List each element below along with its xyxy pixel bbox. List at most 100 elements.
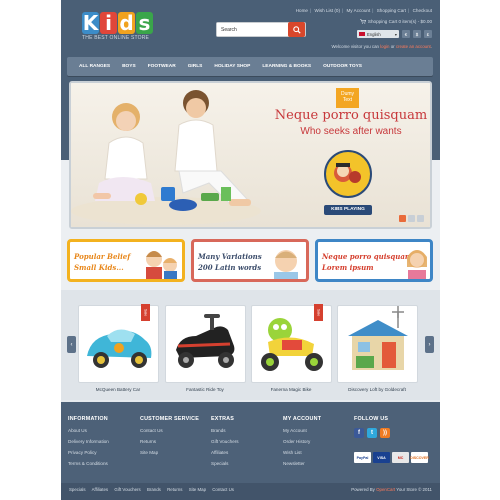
slider-pagination [399,215,424,222]
sale-tag: Sale [141,304,150,321]
product-name[interactable]: Fanerna Magic Bike [246,387,336,392]
welcome-text: Welcome visitor you can [331,44,379,49]
footer-column-follow-us: FOLLOW US f t )) PayPal VISA MC DISCOVER [354,416,429,463]
login-link[interactable]: login [380,44,389,49]
link-my-account[interactable]: My Account [346,8,370,13]
search-input[interactable] [217,23,287,36]
cart-summary[interactable]: Shopping Cart 0 item(s) - $0.00 [359,19,432,24]
main-nav: ALL RANGES BOYS FOOTWEAR GIRLS HOLIDAY S… [67,57,433,76]
link-home[interactable]: Home [296,8,308,13]
nav-item-girls[interactable]: GIRLS [182,64,209,69]
language-currency: English ▾ € $ £ [357,30,432,38]
bottom-link[interactable]: Site Map [189,487,206,492]
link-checkout[interactable]: Checkout [413,8,432,13]
bottom-links: Specials Affiliates Gift Vouchers Brands… [69,487,239,492]
footer-link[interactable]: Privacy Policy [68,450,109,455]
language-label: English [367,31,381,37]
twitter-icon[interactable]: t [367,428,377,438]
product-name[interactable]: McQueen Battery Car [73,387,163,392]
product-card[interactable]: Sale [251,304,332,383]
currency-euro[interactable]: € [402,30,410,38]
language-select[interactable]: English ▾ [357,30,399,38]
store-logo[interactable]: K i d s THE BEST ONLINE STORE [82,11,153,41]
product-card[interactable]: Sale [78,304,159,383]
bottom-link[interactable]: Specials [69,487,86,492]
logo-tagline: THE BEST ONLINE STORE [82,35,150,41]
footer-link[interactable]: Order History [283,439,321,444]
bottom-link[interactable]: Gift Vouchers [114,487,140,492]
footer-column-my-account: MY ACCOUNT My Account Order History Wish… [283,416,321,472]
welcome-or: or [390,44,395,49]
bottom-link[interactable]: Returns [167,487,182,492]
slide-dot[interactable] [399,215,406,222]
discover-icon: DISCOVER [410,452,429,463]
promo-box-popular-belief[interactable]: Popular Belief Small Kids... [67,239,185,282]
powered-prefix: Powered By [351,487,375,492]
footer-link[interactable]: Affiliates [211,450,239,455]
footer-link[interactable]: Contact Us [140,428,199,433]
kibs-playing-logo [324,150,372,198]
footer-link[interactable]: About Us [68,428,109,433]
slide-dot[interactable] [408,215,415,222]
slide-dot[interactable] [417,215,424,222]
chevron-right-icon: › [428,341,431,348]
logo-letter: K [82,11,99,35]
product-card[interactable] [337,305,418,383]
footer-link[interactable]: Specials [211,461,239,466]
promo-line1: Many Variations [198,252,262,261]
bottom-link[interactable]: Affiliates [92,487,109,492]
kids-playing-image [71,90,261,225]
page: K i d s THE BEST ONLINE STORE Home| Wish… [61,0,440,500]
bottom-link[interactable]: Contact Us [212,487,234,492]
nav-item-all-ranges[interactable]: ALL RANGES [73,64,116,69]
facebook-icon[interactable]: f [354,428,364,438]
slide-heading: Neque porro quisquam [274,108,428,123]
promo-box-many-variations[interactable]: Many Variations 200 Latin words [191,239,309,282]
footer-link[interactable]: Site Map [140,450,199,455]
footer-link[interactable]: Terms & Conditions [68,461,109,466]
footer-link[interactable]: Newsletter [283,461,321,466]
link-shopping-cart[interactable]: Shopping Cart [377,8,406,13]
carousel-next-button[interactable]: › [425,336,434,353]
footer-link[interactable]: My Account [283,428,321,433]
currency-pound[interactable]: £ [424,30,432,38]
nav-item-footwear[interactable]: FOOTWEAR [142,64,182,69]
product-name[interactable]: Discovery Loft by Goldecraft [332,387,422,392]
product-name[interactable]: Fantastic Ride Toy [160,387,250,392]
currency-dollar[interactable]: $ [413,30,421,38]
flag-icon [359,32,365,36]
promo-box-neque-porro[interactable]: Neque porro quisquam Lorem ipsum [315,239,433,282]
rss-icon[interactable]: )) [380,428,390,438]
footer-heading: MY ACCOUNT [283,416,322,422]
logo-letter: s [136,11,153,35]
footer-link[interactable]: Wish List [283,450,321,455]
carousel-prev-button[interactable]: ‹ [67,336,76,353]
footer-link[interactable]: Gift Vouchers [211,439,239,444]
footer-heading: EXTRAS [211,416,235,422]
register-link[interactable]: create an account [396,44,431,49]
footer-link[interactable]: Returns [140,439,199,444]
search-button[interactable] [288,22,305,37]
search-icon [292,25,301,34]
paypal-icon: PayPal [354,452,371,463]
product-card[interactable] [165,305,246,383]
footer-link[interactable]: Brands [211,428,239,433]
footer-link[interactable]: Delivery Information [68,439,109,444]
promo-line2: 200 Latin words [198,263,262,272]
bottom-link[interactable]: Brands [147,487,161,492]
slide-subheading: Who seeks after wants [300,126,402,137]
nav-item-outdoor-toys[interactable]: OUTDOOR TOYS [317,64,368,69]
nav-item-holiday-shop[interactable]: HOLIDAY SHOP [208,64,256,69]
kid-photo [274,250,298,279]
footer-column-extras: EXTRAS Brands Gift Vouchers Affiliates S… [211,416,239,472]
nav-item-boys[interactable]: BOYS [116,64,142,69]
link-wishlist[interactable]: Wish List (0) [314,8,340,13]
hero-slider[interactable]: Dumy Text Neque porro quisquam Who seeks… [69,81,432,229]
powered-suffix: Your Store © 2011 [396,487,432,492]
footer-heading: CUSTOMER SERVICE [140,416,200,422]
opencart-link[interactable]: OpenCart [376,487,395,492]
nav-item-learning-books[interactable]: LEARNING & BOOKS [256,64,317,69]
social-links: f t )) [354,428,428,438]
logo-letter: d [118,11,135,35]
footer-column-customer-service: CUSTOMER SERVICE Contact Us Returns Site… [140,416,199,461]
